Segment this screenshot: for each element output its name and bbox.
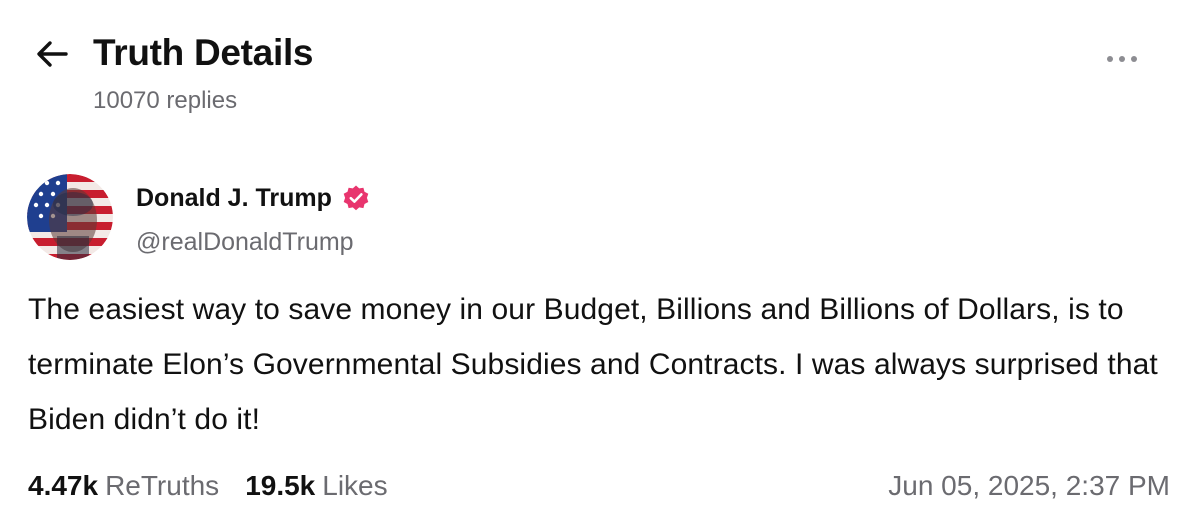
author-handle[interactable]: @realDonaldTrump xyxy=(136,226,354,258)
more-options-button[interactable] xyxy=(1094,42,1150,76)
retruths-count: 4.47k xyxy=(28,470,99,501)
post-stats: 4.47k ReTruths 19.5k Likes xyxy=(28,468,414,504)
retruths-stat[interactable]: 4.47k ReTruths xyxy=(28,468,219,504)
arrow-left-icon xyxy=(35,39,69,69)
likes-label: Likes xyxy=(322,470,388,501)
retruths-label: ReTruths xyxy=(105,470,220,501)
reply-count: 10070 replies xyxy=(93,87,238,114)
avatar[interactable] xyxy=(27,174,113,260)
likes-count: 19.5k xyxy=(245,470,316,501)
ellipsis-dot xyxy=(1107,56,1113,62)
ellipsis-icon xyxy=(1104,56,1140,62)
verified-badge-icon xyxy=(342,184,370,212)
post-text: The easiest way to save money in our Bud… xyxy=(28,293,1158,436)
page-header: Truth Details 10070 replies xyxy=(0,0,1200,130)
ellipsis-dot xyxy=(1131,56,1137,62)
author-name: Donald J. Trump xyxy=(136,184,332,212)
author-name-row[interactable]: Donald J. Trump xyxy=(136,182,370,214)
likes-stat[interactable]: 19.5k Likes xyxy=(245,468,387,504)
post-timestamp: Jun 05, 2025, 2:37 PM xyxy=(888,470,1170,501)
ellipsis-dot xyxy=(1119,56,1125,62)
back-button[interactable] xyxy=(28,32,76,76)
page-title: Truth Details xyxy=(93,32,314,73)
